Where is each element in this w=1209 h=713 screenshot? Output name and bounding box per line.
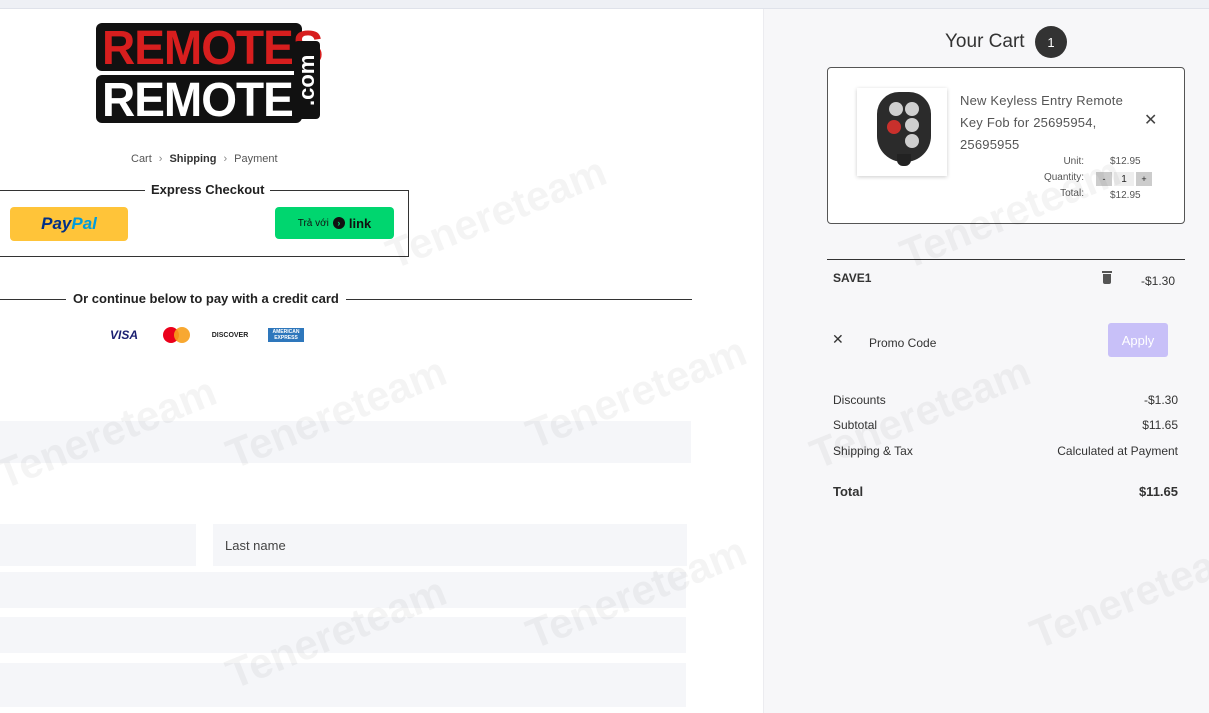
item-total-label: Total:: [1060, 188, 1084, 199]
paypal-button[interactable]: Pay Pal: [10, 207, 128, 241]
cart-title: Your Cart: [945, 31, 1025, 52]
apply-promo-button[interactable]: Apply: [1108, 323, 1168, 357]
applied-promo-code: SAVE1: [833, 271, 872, 285]
link-arrow-icon: ›: [332, 217, 345, 229]
apartment-field[interactable]: [0, 617, 686, 653]
chevron-right-icon: ›: [223, 153, 228, 165]
link-prefix: Trả với: [297, 217, 329, 229]
visa-icon: VISA: [109, 328, 138, 342]
breadcrumb-cart[interactable]: Cart: [131, 153, 152, 165]
express-checkout-title: Express Checkout: [145, 182, 271, 197]
trash-icon[interactable]: [1101, 271, 1113, 285]
applied-promo-amount: -$1.30: [1141, 274, 1176, 288]
accepted-cards: VISA DISCOVER AMERICAN EXPRESS: [106, 327, 304, 343]
item-total: $12.95: [1110, 190, 1141, 201]
paypal-pal-text: Pal: [71, 214, 97, 233]
address-field[interactable]: [0, 572, 686, 608]
shipping-tax-value: Calculated at Payment: [1057, 444, 1178, 458]
product-image: [857, 88, 947, 176]
browser-top-strip: [0, 0, 1209, 9]
watermark-text: Tenereteam: [379, 147, 613, 279]
product-name: New Keyless Entry Remote Key Fob for 256…: [960, 93, 1124, 152]
quantity-minus-button[interactable]: -: [1096, 172, 1112, 186]
paypal-pay-text: Pay: [41, 214, 72, 233]
discounts-value: -$1.30: [1143, 393, 1178, 407]
last-name-placeholder: Last name: [225, 538, 286, 553]
quantity-value[interactable]: 1: [1114, 172, 1134, 186]
watermark-text: Tenereteam: [1023, 527, 1209, 659]
unit-label: Unit:: [1063, 156, 1084, 167]
credit-card-divider-text: Or continue below to pay with a credit c…: [66, 291, 346, 306]
cart-item: New Keyless Entry Remote Key Fob for 256…: [827, 67, 1185, 224]
shipping-tax-label: Shipping & Tax: [833, 444, 913, 458]
logo-text-bottom: REMOTES: [102, 71, 323, 127]
link-pay-button[interactable]: Trả với › link: [275, 207, 394, 239]
remove-item-icon[interactable]: ✕: [1144, 110, 1157, 130]
subtotal-value: $11.65: [1142, 418, 1178, 432]
promo-divider: [827, 259, 1185, 260]
cart-count-badge: 1: [1035, 26, 1067, 58]
cart-panel: Your Cart 1 New Keyless Entry Remote Key…: [763, 9, 1209, 713]
express-checkout-box: Express Checkout Pay Pal Trả với › link: [0, 182, 409, 257]
discover-icon: DISCOVER: [211, 331, 249, 339]
breadcrumb-shipping[interactable]: Shipping: [169, 153, 216, 165]
city-field[interactable]: [0, 663, 686, 707]
last-name-field[interactable]: Last name: [213, 524, 687, 566]
logo-text-top: REMOTES: [102, 19, 323, 75]
unit-price: $12.95: [1110, 156, 1141, 167]
discounts-label: Discounts: [833, 393, 886, 407]
email-field[interactable]: [0, 421, 691, 463]
link-label: link: [348, 215, 372, 231]
checkout-main: REMOTES REMOTES .com Cart › Shipping › P…: [0, 9, 763, 713]
site-logo[interactable]: REMOTES REMOTES .com: [96, 19, 324, 127]
first-name-field[interactable]: [0, 524, 196, 566]
quantity-plus-button[interactable]: +: [1136, 172, 1152, 186]
clear-promo-icon[interactable]: ✕: [832, 331, 844, 348]
logo-suffix: .com: [294, 41, 320, 119]
breadcrumb: Cart › Shipping › Payment: [131, 153, 278, 165]
breadcrumb-payment[interactable]: Payment: [234, 153, 277, 165]
watermark-text: Tenereteam: [803, 347, 1037, 479]
quantity-stepper[interactable]: - 1 +: [1096, 172, 1152, 186]
total-label: Total: [833, 484, 864, 499]
key-fob-icon: [877, 92, 931, 166]
total-value: $11.65: [1138, 484, 1178, 499]
chevron-right-icon: ›: [158, 153, 163, 165]
promo-code-input[interactable]: [860, 327, 1100, 359]
amex-icon: AMERICAN EXPRESS: [268, 328, 304, 342]
mastercard-icon: [162, 327, 192, 343]
quantity-label: Quantity:: [1043, 172, 1084, 183]
subtotal-label: Subtotal: [833, 418, 878, 432]
